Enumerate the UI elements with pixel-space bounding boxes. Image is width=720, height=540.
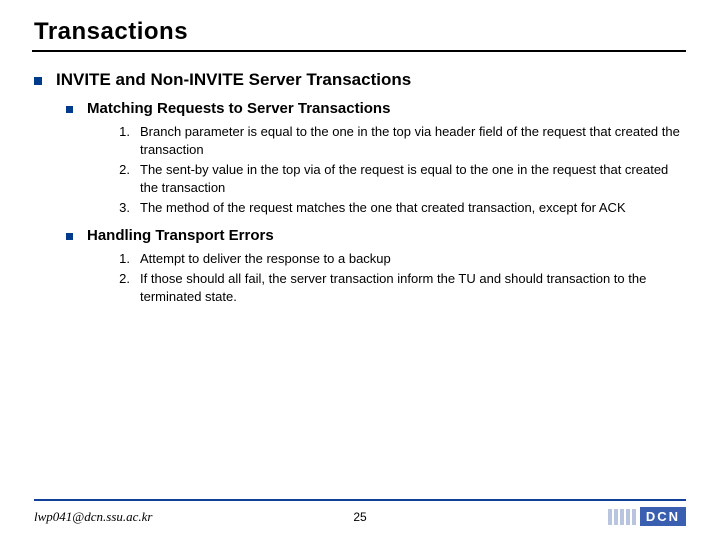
footer-rule [34,499,686,501]
bullet-icon [66,106,73,113]
title-rule [32,50,686,52]
list-item: 1.Branch parameter is equal to the one i… [116,123,686,158]
list-item: 3.The method of the request matches the … [116,199,686,217]
section-title: Matching Requests to Server Transactions [87,100,390,117]
slide: Transactions INVITE and Non-INVITE Serve… [0,0,720,540]
section-1-list: 1.Branch parameter is equal to the one i… [116,123,686,217]
footer-row: lwp041@dcn.ssu.ac.kr 25 DCN [34,507,686,526]
bullet-icon [34,77,42,85]
section-1-heading: Matching Requests to Server Transactions [66,100,686,117]
heading-row: INVITE and Non-INVITE Server Transaction… [34,70,686,100]
section-title: Handling Transport Errors [87,227,274,244]
section-2-heading: Handling Transport Errors [66,227,686,244]
list-item: 1.Attempt to deliver the response to a b… [116,250,686,268]
logo-bars-icon [608,509,636,525]
list-item: 2.The sent-by value in the top via of th… [116,161,686,196]
slide-title: Transactions [34,18,686,46]
bullet-icon [66,233,73,240]
footer-logo: DCN [608,507,686,526]
heading-text: INVITE and Non-INVITE Server Transaction… [56,70,411,90]
footer: lwp041@dcn.ssu.ac.kr 25 DCN [0,499,720,526]
list-item: 2.If those should all fail, the server t… [116,270,686,305]
logo-text: DCN [640,507,686,526]
section-2-list: 1.Attempt to deliver the response to a b… [116,250,686,306]
page-number: 25 [353,510,366,524]
footer-email: lwp041@dcn.ssu.ac.kr [34,509,152,525]
